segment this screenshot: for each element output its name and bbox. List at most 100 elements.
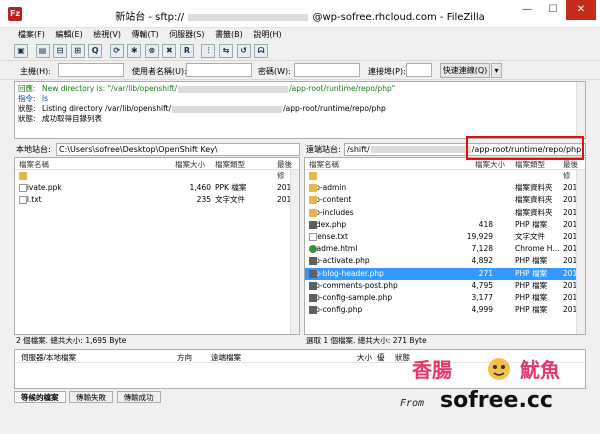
toggle-queue-icon[interactable]: Q — [88, 44, 103, 58]
log-tail: /app-root/runtime/repo/php" — [289, 84, 396, 93]
queue-column-remote[interactable]: 遠端檔案 — [211, 352, 241, 363]
column-filetype[interactable]: 檔案類型 — [515, 159, 545, 170]
remote-site-label: 遠端站台: — [306, 145, 341, 154]
file-name: .. — [19, 171, 27, 181]
log-key: 狀態: — [18, 104, 36, 113]
local-status: 2 個檔案. 總共大小: 1,695 Byte — [16, 336, 127, 345]
search-icon[interactable]: ᗣ — [254, 44, 269, 58]
file-row[interactable]: wp-admin檔案資料夾2013/1 — [305, 182, 585, 194]
remote-list-header: 檔案名稱 檔案大小 檔案類型 最後修 — [305, 158, 585, 180]
file-row[interactable]: wp-content檔案資料夾2013/1 — [305, 194, 585, 206]
file-type: PHP 檔案 — [515, 268, 548, 278]
file-row[interactable]: wp-comments-post.php4,795PHP 檔案2013/1 — [305, 280, 585, 292]
php-icon — [309, 269, 317, 278]
queue-column-size[interactable]: 大小 — [357, 352, 372, 363]
menu-file[interactable]: 檔案(F) — [14, 28, 49, 42]
local-vertical-scrollbar[interactable] — [290, 170, 299, 334]
reconnect-icon[interactable]: R — [179, 44, 194, 58]
column-filetype[interactable]: 檔案類型 — [215, 159, 245, 170]
file-row[interactable]: wp-blog-header.php271PHP 檔案2013/1 — [305, 267, 585, 280]
file-type: PHP 檔案 — [515, 219, 548, 229]
file-size: 4,999 — [471, 305, 493, 315]
quickconnect-button[interactable]: 快速連線(Q) — [440, 63, 490, 78]
log-line: 狀態: 成功取得目錄列表 — [18, 114, 582, 124]
file-row[interactable]: wp-includes檔案資料夾2013/1 — [305, 207, 585, 219]
watermark-text-left: 香腸 — [412, 358, 452, 382]
file-row[interactable]: .. — [15, 170, 299, 182]
menu-bookmarks[interactable]: 書籤(B) — [211, 28, 247, 42]
remote-path-suffix: /app-root/runtime/repo/php — [471, 145, 582, 154]
file-type: 檔案資料夾 — [515, 207, 553, 217]
site-manager-icon[interactable]: ▣ — [14, 44, 28, 58]
tab-successful-transfers[interactable]: 傳輸成功 — [116, 391, 161, 403]
file-row[interactable]: index.php418PHP 檔案2013/1 — [305, 219, 585, 231]
remote-pane: 遠端站台: /shift//app-root/runtime/repo/php … — [304, 142, 586, 347]
toggle-remote-tree-icon[interactable]: ⊞ — [70, 44, 85, 58]
host-input[interactable] — [58, 63, 124, 77]
sync-browse-icon[interactable]: ↺ — [236, 44, 251, 58]
local-path-input[interactable]: C:\Users\sofree\Desktop\OpenShift Key\ — [56, 143, 300, 156]
maximize-button[interactable]: ☐ — [540, 0, 566, 20]
file-row[interactable]: license.txt19,929文字文件2013/1 — [305, 231, 585, 243]
minimize-button[interactable]: — — [514, 0, 540, 20]
file-row[interactable]: readme.html7,128Chrome H...2013/1 — [305, 243, 585, 255]
file-name: private.ppk — [19, 183, 62, 193]
file-row[interactable]: .. — [305, 170, 585, 182]
folder-icon — [309, 196, 317, 205]
local-site-label: 本地站台: — [16, 145, 51, 154]
port-input[interactable] — [406, 63, 432, 77]
file-icon — [19, 196, 27, 205]
php-icon — [309, 257, 317, 266]
menu-view[interactable]: 檢視(V) — [89, 28, 125, 42]
queue-column-server[interactable]: 伺服器/本地檔案 — [21, 352, 76, 363]
column-filename[interactable]: 檔案名稱 — [309, 159, 339, 170]
close-button[interactable]: ✕ — [566, 0, 596, 20]
process-queue-icon[interactable]: ✱ — [127, 44, 142, 58]
menu-edit[interactable]: 編輯(E) — [51, 28, 86, 42]
file-row[interactable]: wp-config.php4,999PHP 檔案2013/1 — [305, 304, 585, 316]
log-scrollbar[interactable] — [576, 82, 585, 138]
redacted-user — [188, 13, 309, 21]
compare-icon[interactable]: ⇆ — [219, 44, 234, 58]
remote-path-input[interactable]: /shift/ /app-root/runtime/repo/php — [344, 143, 586, 156]
column-filesize[interactable]: 檔案大小 — [475, 159, 505, 170]
menu-transfer[interactable]: 傳輸(T) — [128, 28, 163, 42]
file-name: url.txt — [19, 195, 42, 205]
file-row[interactable]: wp-config-sample.php3,177PHP 檔案2013/1 — [305, 292, 585, 304]
toggle-local-tree-icon[interactable]: ⊟ — [53, 44, 68, 58]
filter-icon[interactable]: ⫶ — [201, 44, 216, 58]
file-size: 4,892 — [471, 256, 493, 266]
disconnect-icon[interactable]: ✖ — [162, 44, 177, 58]
log-tail: /app-root/runtime/repo/php — [283, 104, 386, 113]
file-type: PHP 檔案 — [515, 292, 548, 302]
cancel-icon[interactable]: ⊗ — [144, 44, 159, 58]
folder-icon — [309, 208, 317, 217]
file-row[interactable]: url.txt 235 文字文件 2013/ — [15, 194, 299, 206]
refresh-icon[interactable]: ⟳ — [109, 44, 124, 58]
column-filesize[interactable]: 檔案大小 — [175, 159, 205, 170]
file-type: PPK 檔案 — [215, 183, 247, 193]
redacted-id — [172, 105, 283, 113]
tab-queued-files[interactable]: 等候的檔案 — [14, 391, 66, 403]
file-type: 檔案資料夾 — [515, 195, 553, 205]
remote-vertical-scrollbar[interactable] — [576, 170, 585, 334]
file-name: wp-admin — [309, 183, 346, 193]
message-log: 回應: New directory is: "/var/lib/openshift… — [14, 81, 586, 139]
file-row[interactable]: wp-activate.php4,892PHP 檔案2013/1 — [305, 255, 585, 267]
mascot-icon — [488, 358, 510, 380]
tab-failed-transfers[interactable]: 傳輸失敗 — [69, 391, 114, 403]
file-name: wp-config.php — [309, 305, 362, 315]
queue-column-priority[interactable]: 優 — [377, 352, 385, 363]
toggle-log-icon[interactable]: ▤ — [35, 44, 50, 58]
password-input[interactable] — [294, 63, 360, 77]
column-filename[interactable]: 檔案名稱 — [19, 159, 49, 170]
menu-server[interactable]: 伺服器(S) — [165, 28, 208, 42]
title-bar: Fz 新站台 - sftp:// @wp-sofree.rhcloud.com … — [0, 0, 600, 28]
file-type: 文字文件 — [515, 231, 545, 241]
menu-help[interactable]: 說明(H) — [249, 28, 285, 42]
file-row[interactable]: private.ppk 1,460 PPK 檔案 2013/ — [15, 182, 299, 194]
queue-column-direction[interactable]: 方向 — [177, 352, 192, 363]
quickconnect-dropdown[interactable]: ▾ — [491, 63, 502, 78]
username-input[interactable] — [186, 63, 252, 77]
window-title: 新站台 - sftp:// @wp-sofree.rhcloud.com - F… — [0, 8, 600, 23]
